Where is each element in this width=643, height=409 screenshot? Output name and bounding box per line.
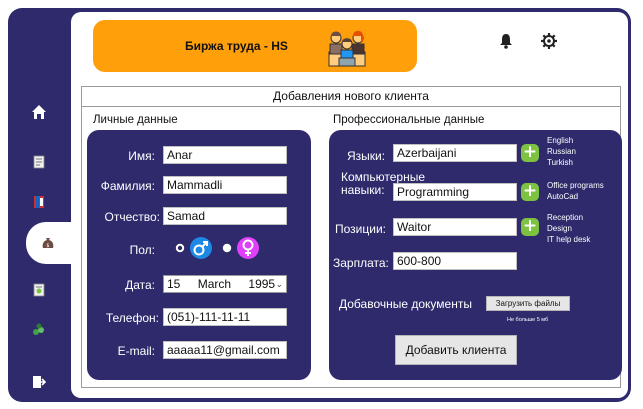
- divider: [82, 106, 620, 107]
- date-picker[interactable]: 15 March 1995 ⌄: [163, 275, 287, 293]
- date-label: Дата:: [125, 278, 155, 292]
- patronymic-label: Отчество:: [104, 210, 161, 224]
- sidebar-item-cash[interactable]: [8, 316, 70, 344]
- add-skill-button[interactable]: +: [521, 183, 539, 201]
- surname-label: Фамилия:: [100, 179, 155, 193]
- languages-list: English Russian Turkish: [547, 135, 576, 168]
- skills-input[interactable]: Programming: [393, 183, 517, 201]
- upload-size-note: Не больше 5 мб: [507, 317, 549, 323]
- sidebar-item-documents[interactable]: [8, 148, 70, 176]
- book-icon: [34, 196, 44, 208]
- language-item: Russian: [547, 147, 576, 156]
- upload-files-button[interactable]: Загрузить файлы: [486, 296, 570, 311]
- date-month: March: [197, 277, 232, 291]
- cash-icon: [33, 323, 44, 335]
- skill-item: Office programs: [547, 181, 604, 190]
- form-title: Добавления нового клиента: [273, 89, 429, 103]
- home-icon: [32, 105, 46, 119]
- skill-item: AutoCad: [547, 192, 579, 201]
- money-bag-icon: $: [42, 238, 54, 249]
- app-title: Биржа труда - HS: [185, 39, 288, 53]
- language-item: Turkish: [547, 158, 573, 167]
- header-banner: Биржа труда - HS: [93, 20, 417, 72]
- chevron-down-icon: ⌄: [275, 279, 283, 289]
- positions-list: Reception Design IT help desk: [547, 212, 590, 245]
- sidebar-item-reports[interactable]: [8, 276, 70, 304]
- position-item: Reception: [547, 213, 584, 222]
- skills-list: Office programs AutoCad: [547, 180, 604, 202]
- svg-text:$: $: [46, 243, 49, 249]
- positions-input[interactable]: Waitor: [393, 218, 517, 236]
- sidebar: $: [8, 8, 84, 402]
- add-language-button[interactable]: +: [521, 144, 539, 162]
- sidebar-item-book[interactable]: [8, 188, 70, 216]
- gear-icon[interactable]: [540, 32, 558, 50]
- salary-input[interactable]: 600-800: [393, 252, 517, 270]
- add-client-button[interactable]: Добавить клиента: [395, 335, 517, 365]
- sidebar-item-home[interactable]: [8, 98, 70, 126]
- add-position-button[interactable]: +: [521, 218, 539, 236]
- name-input[interactable]: Anar: [163, 146, 287, 164]
- gender-female-radio[interactable]: [222, 243, 232, 253]
- gender-male-radio[interactable]: [175, 243, 185, 253]
- team-icon: [328, 30, 366, 67]
- positions-label: Позиции:: [335, 222, 386, 236]
- personal-card: Имя: Anar Фамилия: Mammadli Отчество: Sa…: [87, 130, 311, 380]
- documents-label: Добавочные документы: [339, 297, 472, 311]
- phone-input[interactable]: (051)-111-11-11: [163, 308, 287, 326]
- name-label: Имя:: [128, 149, 155, 163]
- language-item: English: [547, 136, 574, 145]
- position-item: Design: [547, 224, 572, 233]
- document-icon: [33, 155, 45, 169]
- professional-card: Языки: Azerbaijani + English Russian Tur…: [329, 130, 622, 380]
- email-input[interactable]: aaaaa11@gmail.com: [163, 341, 287, 359]
- phone-label: Телефон:: [105, 311, 159, 325]
- gender-label: Пол:: [129, 243, 155, 257]
- report-icon: [33, 283, 45, 297]
- personal-section-title: Личные данные: [93, 114, 178, 126]
- patronymic-input[interactable]: Samad: [163, 207, 287, 225]
- bell-icon[interactable]: [497, 32, 515, 50]
- languages-label: Языки:: [347, 149, 386, 163]
- position-item: IT help desk: [547, 235, 591, 244]
- date-day: 15: [167, 277, 181, 291]
- sidebar-item-logout[interactable]: [8, 368, 70, 396]
- professional-section-title: Профессиональные данные: [333, 114, 485, 126]
- salary-label: Зарплата:: [333, 256, 389, 270]
- languages-input[interactable]: Azerbaijani: [393, 144, 517, 162]
- surname-input[interactable]: Mammadli: [163, 176, 287, 194]
- email-label: E-mail:: [117, 344, 155, 358]
- male-symbol-icon: [190, 237, 212, 259]
- date-year: 1995: [248, 277, 276, 291]
- female-symbol-icon: [237, 237, 259, 259]
- logout-icon: [33, 376, 47, 388]
